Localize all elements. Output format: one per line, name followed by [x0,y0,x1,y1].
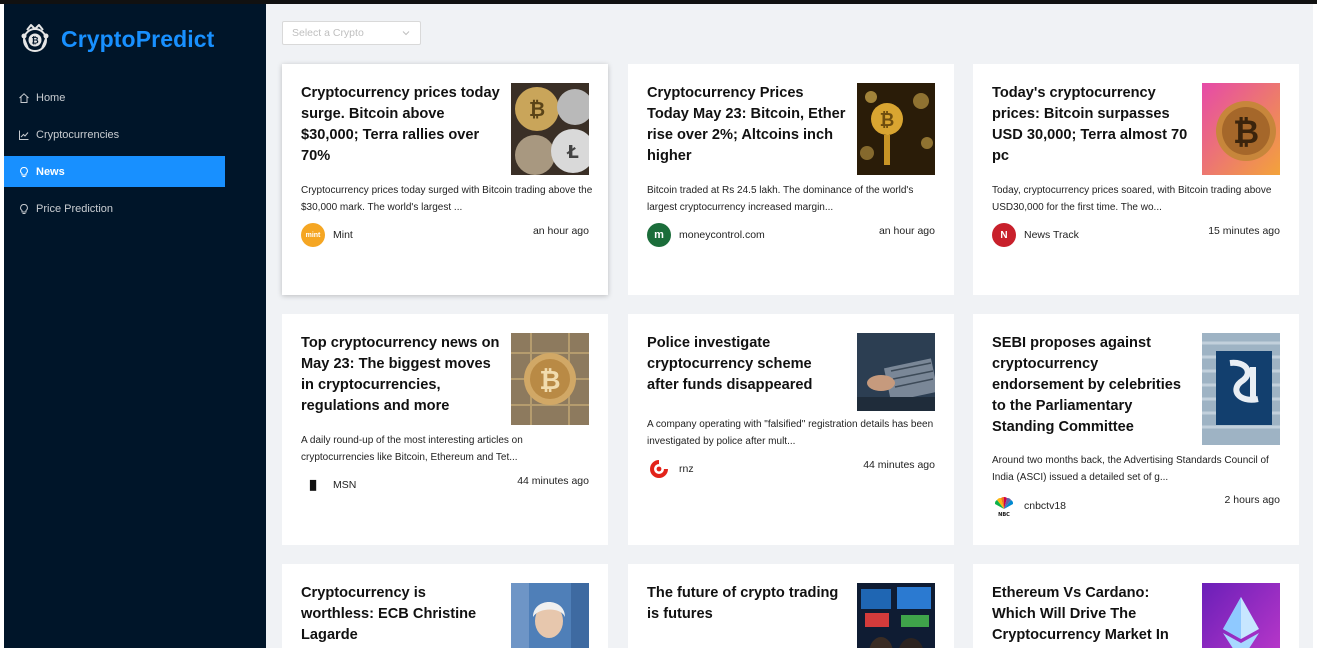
news-card[interactable]: SEBI proposes against cryptocurrency end… [973,314,1299,545]
news-title[interactable]: Today's cryptocurrency prices: Bitcoin s… [992,83,1192,167]
provider-name: Mint [333,229,353,241]
news-card[interactable]: Ethereum Vs Cardano: Which Will Drive Th… [973,564,1299,648]
sidebar-item-price-prediction[interactable]: Price Prediction [4,193,225,224]
sidebar-item-label: News [36,165,65,178]
svg-text:₿: ₿ [1233,113,1259,151]
sidebar-item-cryptocurrencies[interactable]: Cryptocurrencies [4,119,225,150]
news-description: A company operating with "falsified" reg… [647,419,934,447]
news-title[interactable]: Cryptocurrency is worthless: ECB Christi… [301,583,501,646]
news-description: Today, cryptocurrency prices soared, wit… [992,185,1272,213]
news-description: Cryptocurrency prices today surged with … [301,185,593,213]
news-provider: mint Mint [301,223,353,247]
news-title[interactable]: Cryptocurrency prices today surge. Bitco… [301,83,501,167]
news-time: 2 hours ago [1224,494,1280,506]
sidebar-item-home[interactable]: Home [4,82,225,113]
sidebar-item-label: Cryptocurrencies [36,128,120,141]
moneycontrol-logo-icon: m [647,223,671,247]
news-provider: ▐▌ MSN [301,473,356,497]
chevron-down-icon [402,31,410,36]
news-time: an hour ago [878,225,935,237]
news-image [857,333,935,411]
news-description: Bitcoin traded at Rs 24.5 lakh. The domi… [647,185,914,213]
news-image [857,583,935,648]
news-card[interactable]: Police investigate cryptocurrency scheme… [628,314,954,545]
news-image: ₿ [1202,83,1280,175]
news-track-logo-icon: N [992,223,1016,247]
app-logo[interactable]: ₿ CryptoPredict [18,22,214,56]
news-card[interactable]: Cryptocurrency is worthless: ECB Christi… [282,564,608,648]
sidebar-menu: Home Cryptocurrencies News Price Predict… [4,82,266,230]
news-title[interactable]: The future of crypto trading is futures [647,583,847,625]
news-title[interactable]: SEBI proposes against cryptocurrency end… [992,333,1192,438]
sidebar-item-news[interactable]: News [4,156,225,187]
app-window: ₿ CryptoPredict Home Cryptocurrencies Ne… [4,4,1313,648]
news-title[interactable]: Top cryptocurrency news on May 23: The b… [301,333,501,417]
news-title[interactable]: Ethereum Vs Cardano: Which Will Drive Th… [992,583,1192,646]
news-card[interactable]: The future of crypto trading is futures [628,564,954,648]
news-card[interactable]: Top cryptocurrency news on May 23: The b… [282,314,608,545]
svg-text:₿: ₿ [539,366,560,396]
svg-text:₿: ₿ [529,97,545,121]
news-time: 15 minutes ago [1208,225,1280,237]
news-image: ₿ [511,333,589,425]
news-title[interactable]: Cryptocurrency Prices Today May 23: Bitc… [647,83,847,167]
news-image [1202,583,1280,648]
news-description: A daily round-up of the most interesting… [301,435,523,463]
news-time: an hour ago [532,225,589,237]
svg-text:₿: ₿ [31,36,38,47]
sidebar-item-label: Home [36,91,66,104]
crypto-logo-icon: ₿ [21,24,49,52]
news-provider: rnz [647,457,694,481]
home-icon [18,92,30,104]
crypto-select[interactable]: Select a Crypto [282,21,421,45]
news-provider: m moneycontrol.com [647,223,765,247]
news-image: ₿ [857,83,935,175]
svg-text:NBC: NBC [998,512,1010,518]
news-title[interactable]: Police investigate cryptocurrency scheme… [647,333,847,396]
crypto-select-placeholder: Select a Crypto [292,27,364,39]
provider-name: rnz [679,463,694,475]
sidebar: ₿ CryptoPredict Home Cryptocurrencies Ne… [4,4,266,648]
news-time: 44 minutes ago [863,459,935,471]
news-page: Select a Crypto Cryptocurrency prices to… [266,4,1313,648]
bulb-icon [18,166,30,178]
news-time: 44 minutes ago [517,475,589,487]
provider-name: MSN [333,479,357,491]
line-chart-icon [18,129,30,141]
news-image: ₿ Ł [511,83,589,175]
rnz-logo-icon [647,457,671,481]
news-card[interactable]: Today's cryptocurrency prices: Bitcoin s… [973,64,1299,295]
news-image [511,583,589,648]
provider-name: cnbctv18 [1024,500,1067,512]
provider-name: moneycontrol.com [679,229,765,241]
svg-text:Ł: Ł [566,142,579,163]
msn-logo-icon: ▐▌ [301,473,325,497]
mint-logo-icon: mint [301,223,325,247]
svg-text:₿: ₿ [880,110,895,131]
app-title: CryptoPredict [61,25,215,52]
news-card[interactable]: Cryptocurrency Prices Today May 23: Bitc… [628,64,954,295]
news-description: Around two months back, the Advertising … [992,455,1269,483]
news-provider: N News Track [992,223,1079,247]
cnbc-peacock-logo-icon: NBC [992,494,1016,518]
bulb-icon [18,203,30,215]
provider-name: News Track [1024,229,1079,241]
news-image [1202,333,1280,445]
news-card[interactable]: Cryptocurrency prices today surge. Bitco… [282,64,608,295]
news-provider: NBC cnbctv18 [992,494,1066,518]
sidebar-item-label: Price Prediction [36,202,114,215]
